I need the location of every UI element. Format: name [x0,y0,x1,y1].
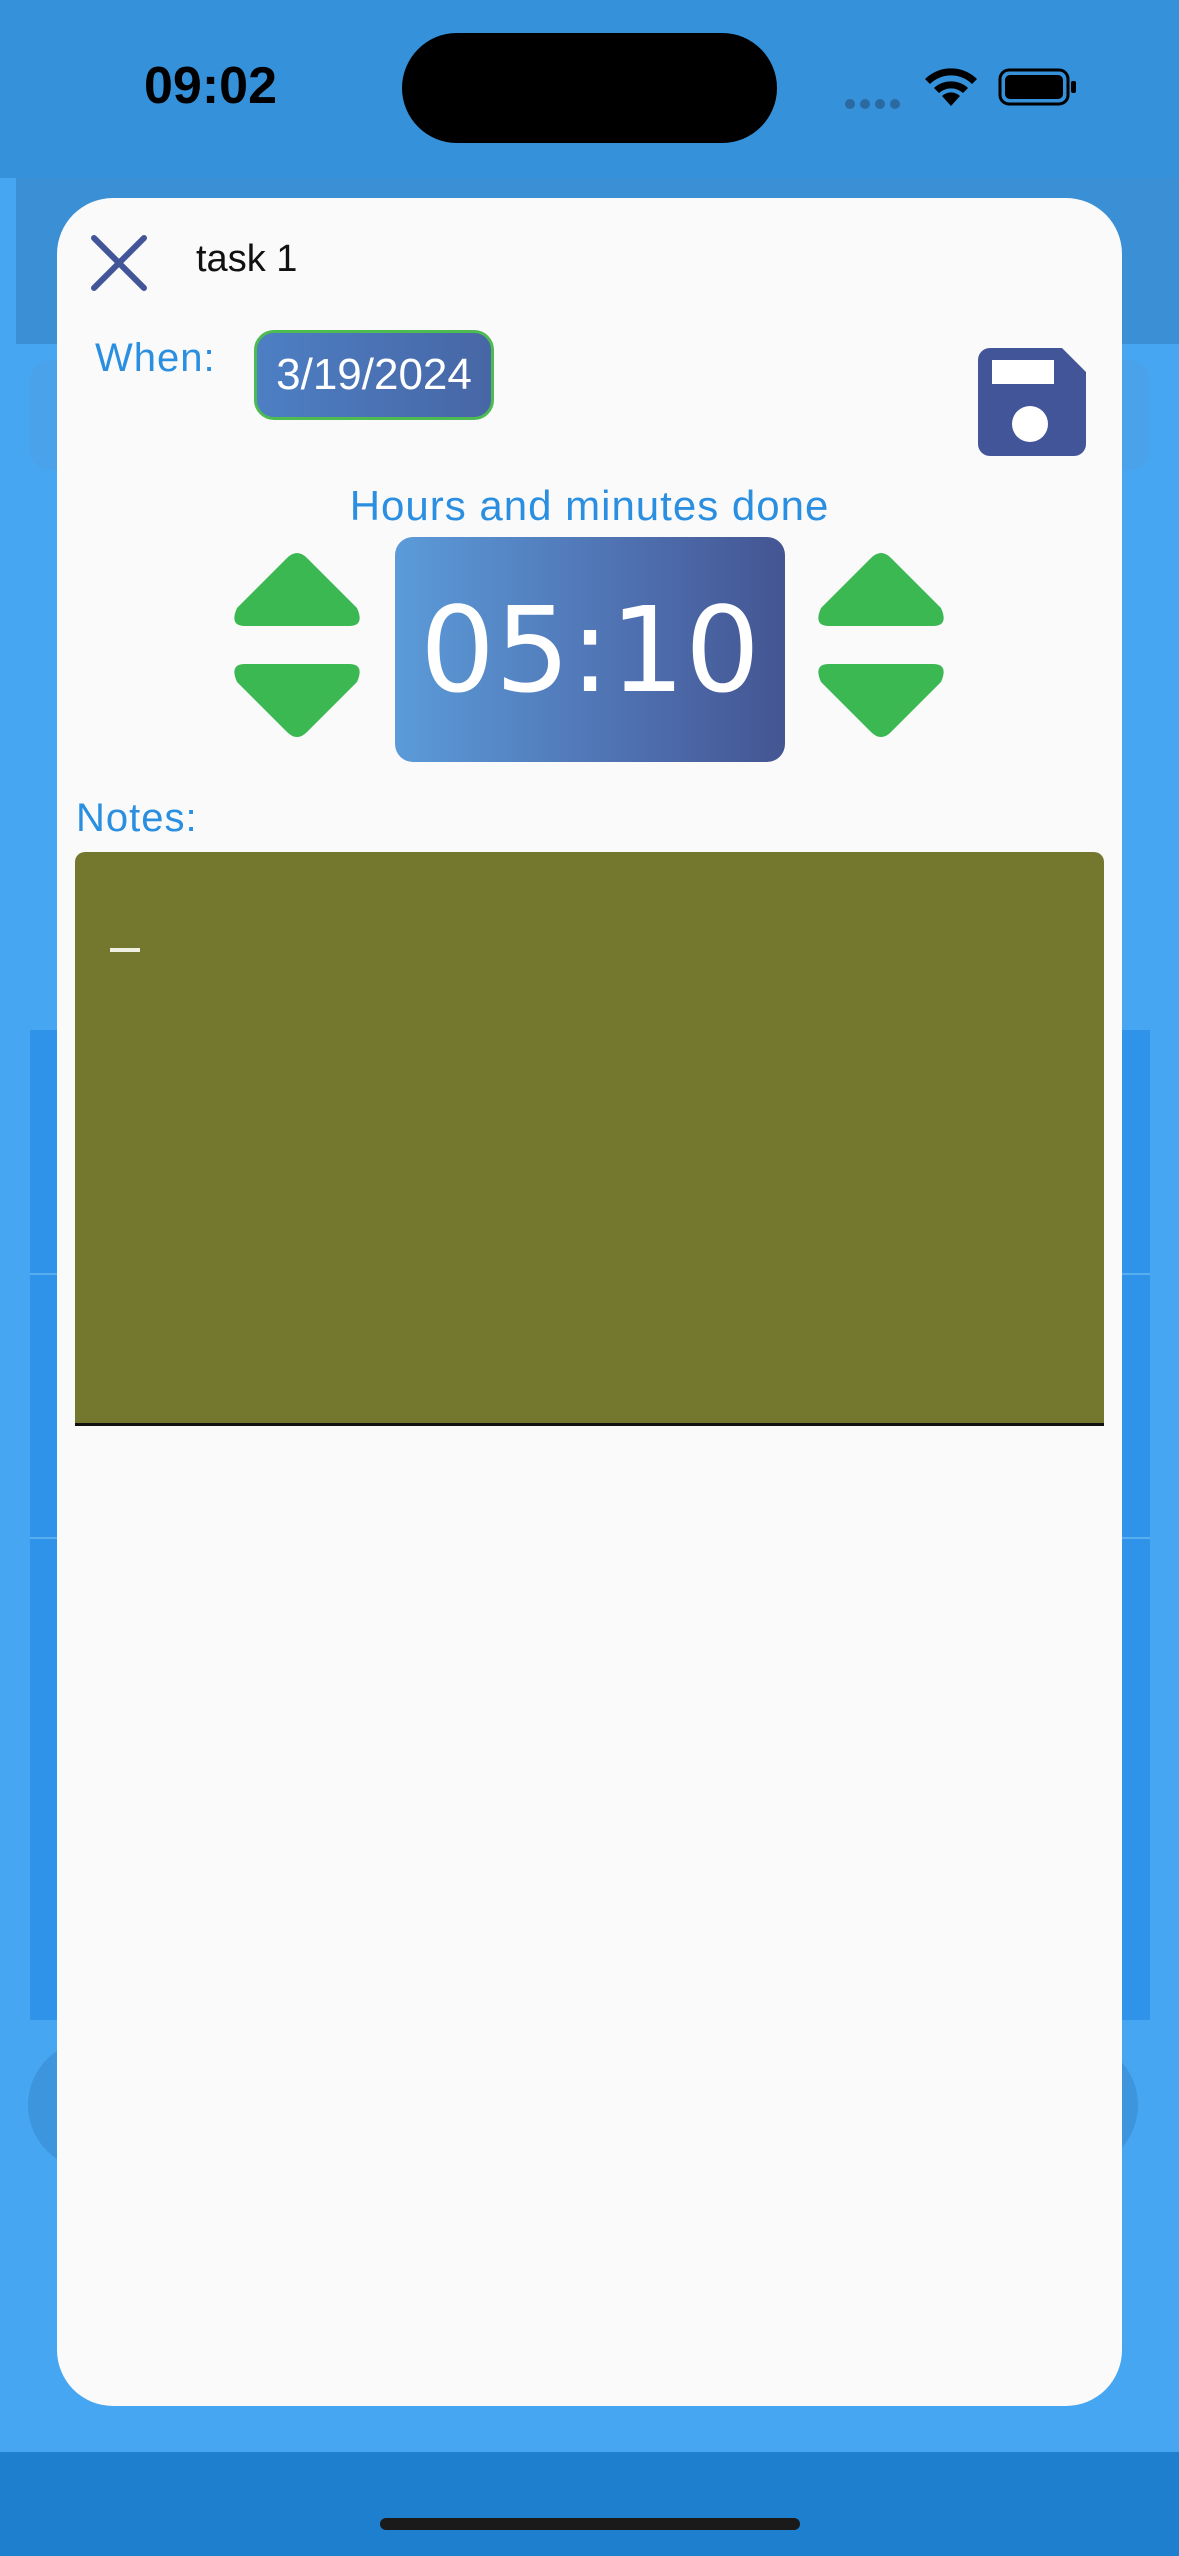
date-picker-button[interactable]: 3/19/2024 [254,330,494,420]
hours-up-icon[interactable] [229,550,365,630]
home-indicator[interactable] [380,2518,800,2530]
cellular-signal-icon [845,96,905,109]
hours-down-icon[interactable] [229,660,365,740]
dynamic-island [402,33,777,143]
floppy-disk-icon[interactable] [978,348,1086,456]
battery-icon [998,68,1076,106]
text-cursor [110,948,140,952]
duration-display: 05:10 [395,537,785,762]
notes-textarea[interactable] [75,852,1104,1426]
wifi-icon [925,68,977,106]
background-bottom-bar [0,2452,1179,2556]
status-time: 09:02 [144,57,277,115]
status-bar: 09:02 [0,0,1179,178]
when-label: When: [95,336,216,380]
close-icon[interactable] [88,232,150,294]
minutes-up-icon[interactable] [813,550,949,630]
duration-label: Hours and minutes done [349,482,830,529]
notes-label: Notes: [76,796,198,840]
dialog-title: task 1 [196,238,298,280]
minutes-down-icon[interactable] [813,660,949,740]
